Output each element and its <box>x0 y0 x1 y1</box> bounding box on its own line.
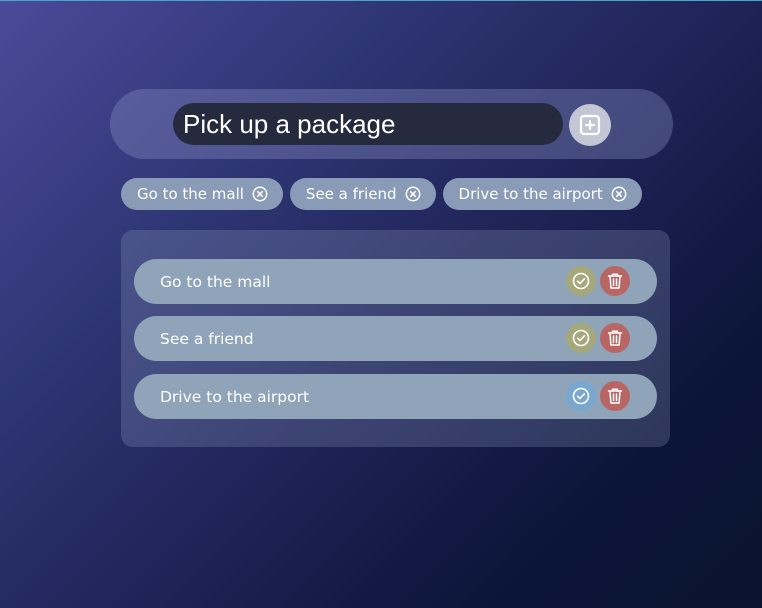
plus-square-icon <box>579 114 601 136</box>
check-circle-icon <box>572 329 590 347</box>
chip-see-a-friend[interactable]: See a friend <box>289 178 436 210</box>
delete-task-button[interactable] <box>600 381 630 411</box>
task-input[interactable] <box>173 103 563 145</box>
check-circle-icon <box>572 272 590 290</box>
task-label: Drive to the airport <box>160 387 310 406</box>
complete-task-button[interactable] <box>566 266 596 296</box>
delete-task-button[interactable] <box>600 266 630 296</box>
task-row: Drive to the airport <box>134 374 657 419</box>
task-label: See a friend <box>160 329 254 348</box>
task-label: Go to the mall <box>160 272 271 291</box>
complete-task-button[interactable] <box>566 381 596 411</box>
trash-icon <box>607 388 623 404</box>
trash-icon <box>607 273 623 289</box>
chip-drive-to-the-airport[interactable]: Drive to the airport <box>442 178 642 210</box>
chip-label: Drive to the airport <box>458 185 603 203</box>
chip-label: See a friend <box>305 185 397 203</box>
chip-go-to-the-mall[interactable]: Go to the mall <box>121 178 283 210</box>
chip-label: Go to the mall <box>137 185 244 203</box>
x-circle-icon[interactable] <box>611 186 627 202</box>
x-circle-icon[interactable] <box>252 186 268 202</box>
trash-icon <box>607 330 623 346</box>
task-row: Go to the mall <box>134 259 657 304</box>
filter-chips: Go to the mall See a friend Drive to the… <box>121 178 642 210</box>
top-border <box>0 0 762 1</box>
check-circle-icon <box>572 387 590 405</box>
complete-task-button[interactable] <box>566 323 596 353</box>
x-circle-icon[interactable] <box>405 186 421 202</box>
task-row: See a friend <box>134 316 657 361</box>
add-task-button[interactable] <box>569 104 611 146</box>
delete-task-button[interactable] <box>600 323 630 353</box>
task-list-panel: Go to the mall See a friend Drive to the… <box>121 230 670 447</box>
